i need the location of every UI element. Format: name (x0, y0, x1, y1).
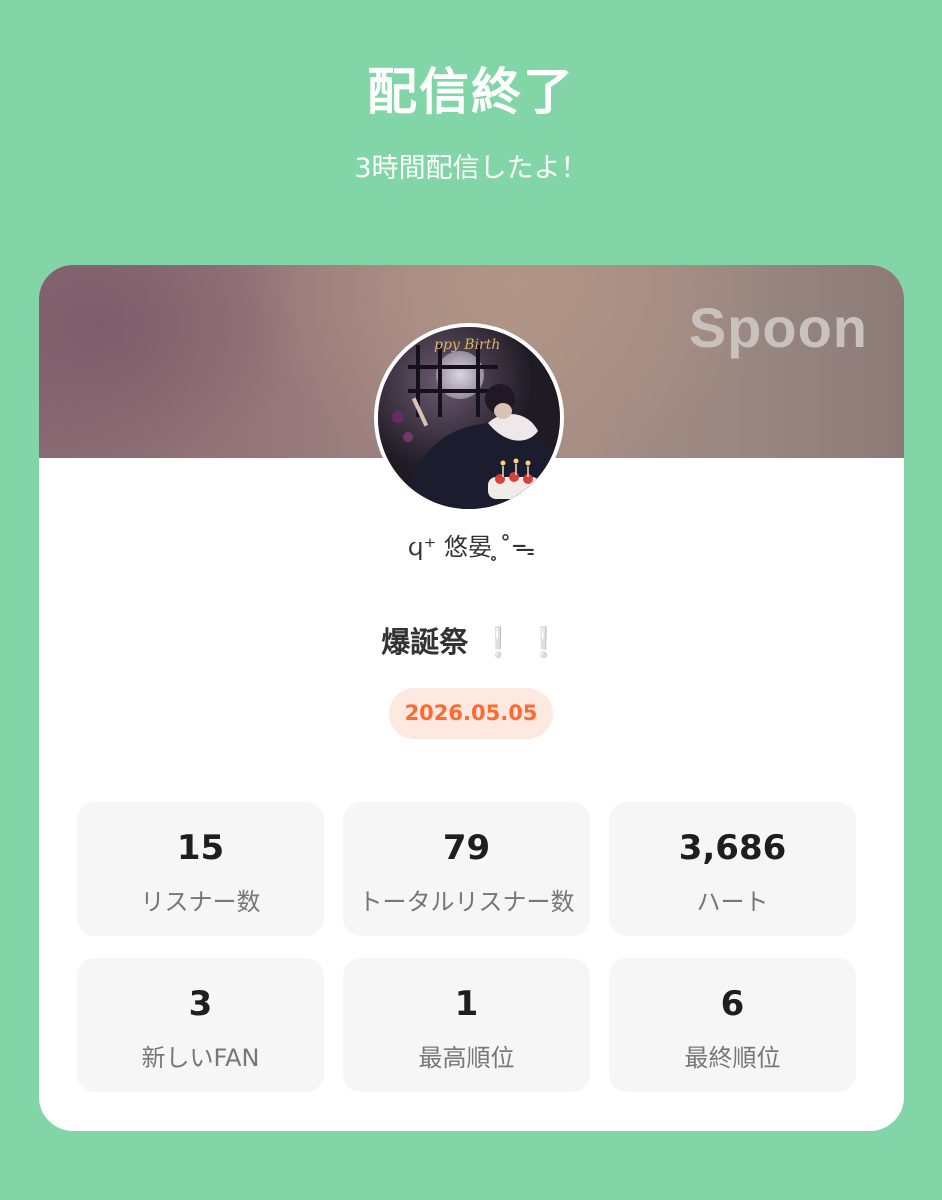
stat-label: 最高順位 (418, 1044, 515, 1072)
date-badge: 2026.05.05 (389, 688, 553, 739)
avatar-image: ppy Birth (378, 327, 560, 509)
stats-grid: 15 リスナー数 79 トータルリスナー数 3,686 ハート 3 新しいFAN… (77, 802, 857, 1092)
stat-label: トータルリスナー数 (358, 888, 575, 916)
page-subtitle: 3時間配信したよ！ (354, 153, 588, 184)
stream-title-emoji: ❕ ❕ (480, 625, 562, 659)
stat-value: 79 (442, 828, 491, 868)
avatar[interactable]: ppy Birth (374, 323, 564, 513)
stream-title: 爆誕祭 ❕ ❕ (39, 619, 904, 661)
broadcast-summary-card: Spoon ppy Birth ϥ⁺ 悠晏 ̥˚ᯓ 爆誕祭 ❕ ❕ 2026.0… (39, 265, 904, 1131)
stat-new-fans: 3 新しいFAN (77, 958, 324, 1092)
stat-hearts: 3,686 ハート (609, 802, 856, 936)
stat-value: 3,686 (678, 828, 787, 868)
stat-highest-rank: 1 最高順位 (343, 958, 590, 1092)
stat-final-rank: 6 最終順位 (609, 958, 856, 1092)
stat-listeners: 15 リスナー数 (77, 802, 324, 936)
username: ϥ⁺ 悠晏 ̥˚ᯓ (407, 533, 536, 561)
stream-title-text: 爆誕祭 (381, 625, 469, 659)
stat-label: リスナー数 (140, 888, 261, 916)
stat-label: 新しいFAN (141, 1044, 260, 1072)
stat-label: 最終順位 (684, 1044, 781, 1072)
stat-value: 1 (454, 984, 479, 1024)
page-title: 配信終了 (367, 63, 575, 121)
svg-text:ppy Birth: ppy Birth (434, 337, 500, 353)
stat-total-listeners: 79 トータルリスナー数 (343, 802, 590, 936)
spoon-logo: Spoon (688, 296, 868, 359)
stat-value: 6 (720, 984, 745, 1024)
stat-value: 3 (188, 984, 213, 1024)
stat-label: ハート (696, 888, 769, 916)
stat-value: 15 (176, 828, 225, 868)
